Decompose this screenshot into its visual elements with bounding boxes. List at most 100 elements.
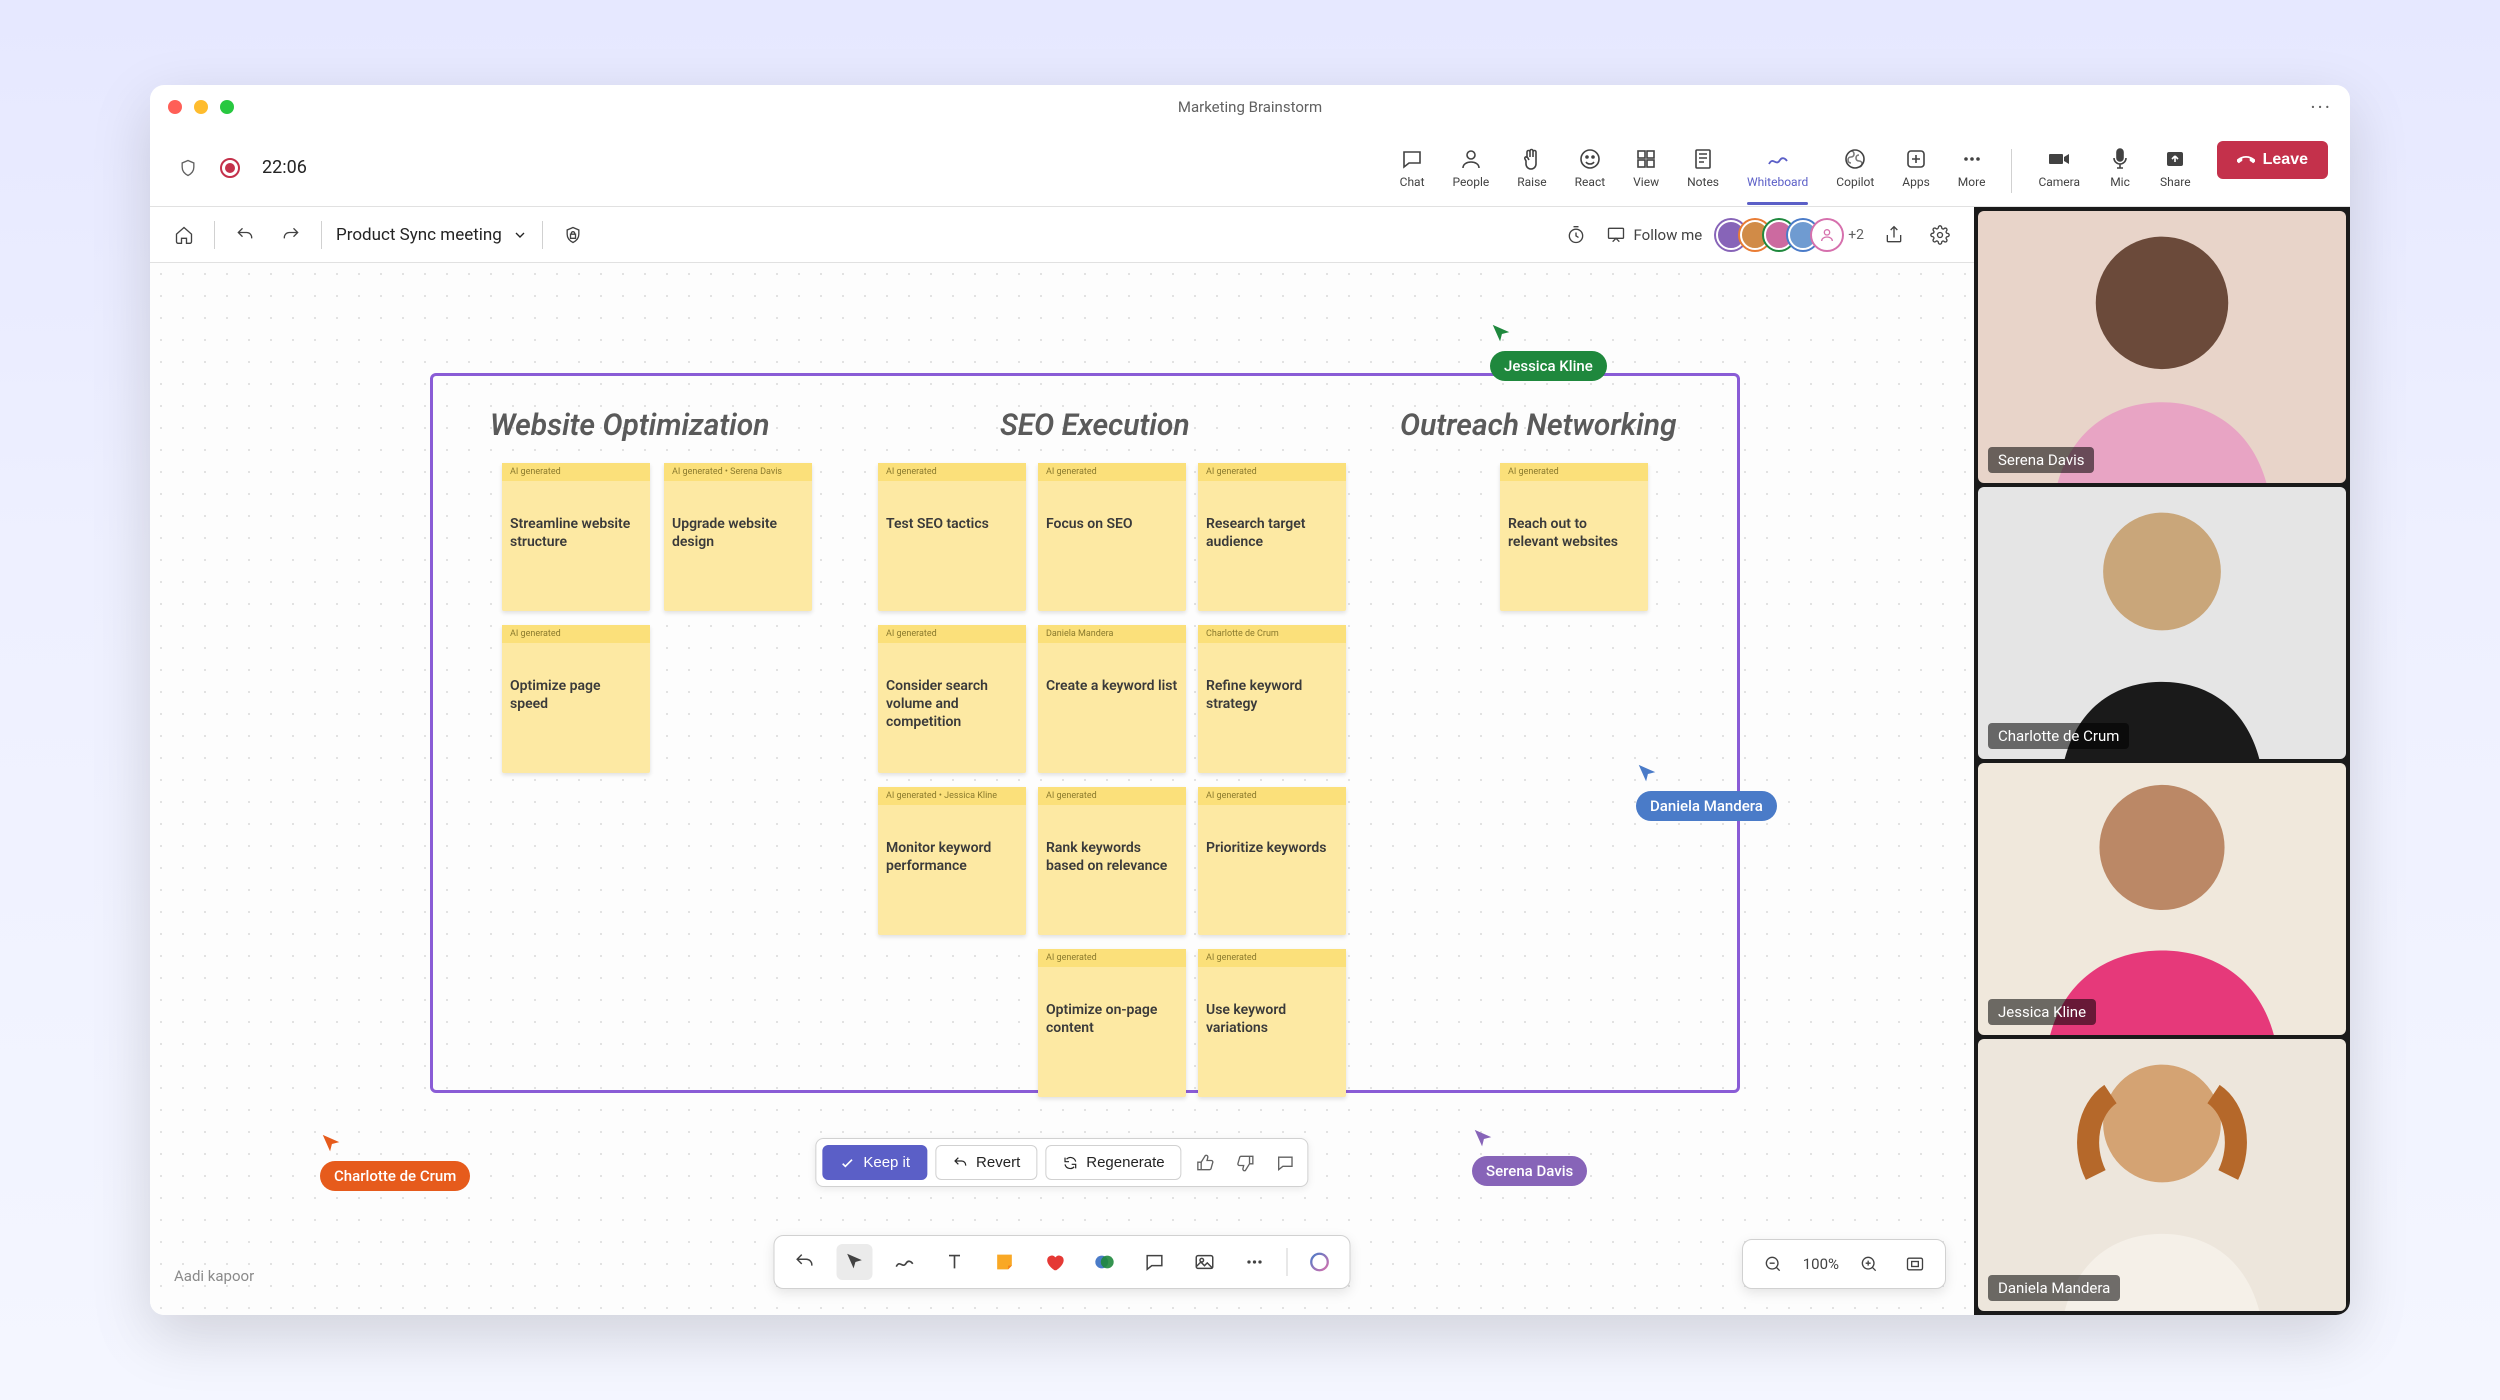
follow-me-label: Follow me bbox=[1634, 226, 1703, 244]
whiteboard-pane: Product Sync meeting Follow me bbox=[150, 207, 1974, 1315]
more-label: More bbox=[1958, 175, 1986, 189]
video-name-label: Charlotte de Crum bbox=[1988, 723, 2129, 749]
view-button[interactable]: View bbox=[1619, 141, 1673, 195]
sticky-note[interactable]: AI generatedOptimize on-page content bbox=[1038, 949, 1186, 1097]
share-button[interactable]: Share bbox=[2146, 141, 2205, 195]
mic-button[interactable]: Mic bbox=[2094, 141, 2146, 195]
cursor-icon bbox=[1490, 323, 1512, 345]
tool-select-button[interactable] bbox=[837, 1244, 873, 1280]
window-title: Marketing Brainstorm bbox=[1178, 98, 1322, 116]
notes-label: Notes bbox=[1687, 175, 1719, 189]
video-tile[interactable]: Serena Davis bbox=[1978, 211, 2346, 483]
zoom-level: 100% bbox=[1803, 1255, 1839, 1273]
whiteboard-toolbar: Product Sync meeting Follow me bbox=[150, 207, 1974, 263]
raise-hand-button[interactable]: Raise bbox=[1503, 141, 1560, 195]
sticky-note[interactable]: AI generatedTest SEO tactics bbox=[878, 463, 1026, 611]
notes-button[interactable]: Notes bbox=[1673, 141, 1733, 195]
react-label: React bbox=[1575, 175, 1606, 189]
revert-button[interactable]: Revert bbox=[935, 1145, 1037, 1180]
tool-more-button[interactable] bbox=[1237, 1244, 1273, 1280]
minimize-window-button[interactable] bbox=[194, 100, 208, 114]
keep-it-button[interactable]: Keep it bbox=[822, 1145, 927, 1180]
whiteboard-canvas[interactable]: Website Optimization SEO Execution Outre… bbox=[150, 263, 1974, 1315]
meeting-timer: 22:06 bbox=[262, 157, 307, 178]
video-tile[interactable]: Charlotte de Crum bbox=[1978, 487, 2346, 759]
leave-button[interactable]: Leave bbox=[2217, 141, 2328, 179]
settings-button[interactable] bbox=[1924, 219, 1956, 251]
title-bar: Marketing Brainstorm ··· bbox=[150, 85, 2350, 129]
raise-label: Raise bbox=[1517, 175, 1546, 189]
lock-button[interactable] bbox=[557, 219, 589, 251]
column-title-c: Outreach Networking bbox=[1400, 408, 1677, 443]
copilot-button[interactable]: Copilot bbox=[1822, 141, 1888, 195]
column-title-a: Website Optimization bbox=[490, 408, 769, 443]
participant-avatars[interactable]: +2 bbox=[1716, 220, 1864, 250]
tool-reaction-button[interactable] bbox=[1037, 1244, 1073, 1280]
camera-button[interactable]: Camera bbox=[2024, 141, 2094, 195]
chat-button[interactable]: Chat bbox=[1386, 141, 1439, 195]
share-label: Share bbox=[2160, 175, 2191, 189]
tool-sticky-button[interactable] bbox=[987, 1244, 1023, 1280]
apps-label: Apps bbox=[1902, 175, 1930, 189]
video-tile[interactable]: Jessica Kline bbox=[1978, 763, 2346, 1035]
avatar[interactable] bbox=[1812, 220, 1842, 250]
fit-screen-button[interactable] bbox=[1899, 1248, 1931, 1280]
undo-icon bbox=[952, 1155, 968, 1171]
undo-button[interactable] bbox=[229, 219, 261, 251]
view-label: View bbox=[1633, 175, 1659, 189]
zoom-control: 100% bbox=[1742, 1239, 1946, 1289]
whiteboard-tools bbox=[774, 1235, 1351, 1289]
close-window-button[interactable] bbox=[168, 100, 182, 114]
regenerate-button[interactable]: Regenerate bbox=[1045, 1145, 1181, 1180]
tool-pen-button[interactable] bbox=[887, 1244, 923, 1280]
redo-button[interactable] bbox=[275, 219, 307, 251]
react-button[interactable]: React bbox=[1561, 141, 1620, 195]
feedback-button[interactable] bbox=[1270, 1147, 1302, 1179]
tool-text-button[interactable] bbox=[937, 1244, 973, 1280]
sticky-note[interactable]: AI generatedFocus on SEO bbox=[1038, 463, 1186, 611]
toolbar-separator bbox=[2011, 149, 2012, 193]
remote-cursor-jessica: Jessica Kline bbox=[1490, 323, 1607, 381]
sticky-note[interactable]: AI generatedReach out to relevant websit… bbox=[1500, 463, 1648, 611]
whiteboard-title-dropdown[interactable]: Product Sync meeting bbox=[336, 225, 528, 245]
sticky-note[interactable]: AI generatedConsider search volume and c… bbox=[878, 625, 1026, 773]
meeting-toolbar: 22:06 Chat People Raise React View bbox=[150, 129, 2350, 207]
recording-indicator-icon bbox=[220, 158, 240, 178]
tool-copilot-button[interactable] bbox=[1302, 1244, 1338, 1280]
tool-image-button[interactable] bbox=[1187, 1244, 1223, 1280]
avatar-overflow-count[interactable]: +2 bbox=[1848, 227, 1864, 243]
thumbs-up-button[interactable] bbox=[1190, 1147, 1222, 1179]
window-more-button[interactable]: ··· bbox=[2310, 95, 2332, 119]
sticky-note[interactable]: AI generatedRank keywords based on relev… bbox=[1038, 787, 1186, 935]
video-tile[interactable]: Daniela Mandera bbox=[1978, 1039, 2346, 1311]
zoom-in-button[interactable] bbox=[1853, 1248, 1885, 1280]
sticky-note[interactable]: AI generatedStreamline website structure bbox=[502, 463, 650, 611]
thumbs-down-button[interactable] bbox=[1230, 1147, 1262, 1179]
people-button[interactable]: People bbox=[1439, 141, 1504, 195]
follow-me-button[interactable]: Follow me bbox=[1606, 225, 1703, 245]
sticky-note[interactable]: Charlotte de CrumRefine keyword strategy bbox=[1198, 625, 1346, 773]
sticky-note[interactable]: AI generatedOptimize page speed bbox=[502, 625, 650, 773]
maximize-window-button[interactable] bbox=[220, 100, 234, 114]
share-whiteboard-button[interactable] bbox=[1878, 219, 1910, 251]
home-button[interactable] bbox=[168, 219, 200, 251]
zoom-out-button[interactable] bbox=[1757, 1248, 1789, 1280]
sticky-note[interactable]: AI generatedPrioritize keywords bbox=[1198, 787, 1346, 935]
sticky-note[interactable]: AI generatedResearch target audience bbox=[1198, 463, 1346, 611]
cursor-icon bbox=[1636, 763, 1658, 785]
sticky-note[interactable]: Daniela ManderaCreate a keyword list bbox=[1038, 625, 1186, 773]
whiteboard-button[interactable]: Whiteboard bbox=[1733, 141, 1822, 195]
shield-icon[interactable] bbox=[172, 152, 204, 184]
mic-label: Mic bbox=[2110, 175, 2130, 189]
more-button[interactable]: More bbox=[1944, 141, 2000, 195]
whiteboard-label: Whiteboard bbox=[1747, 175, 1808, 189]
apps-button[interactable]: Apps bbox=[1888, 141, 1944, 195]
tool-shape-button[interactable] bbox=[1087, 1244, 1123, 1280]
timer-button[interactable] bbox=[1560, 219, 1592, 251]
sticky-note[interactable]: AI generated • Serena DavisUpgrade websi… bbox=[664, 463, 812, 611]
board-owner-label: Aadi kapoor bbox=[174, 1267, 254, 1285]
tool-undo-button[interactable] bbox=[787, 1244, 823, 1280]
sticky-note[interactable]: AI generatedUse keyword variations bbox=[1198, 949, 1346, 1097]
tool-comment-button[interactable] bbox=[1137, 1244, 1173, 1280]
sticky-note[interactable]: AI generated • Jessica KlineMonitor keyw… bbox=[878, 787, 1026, 935]
